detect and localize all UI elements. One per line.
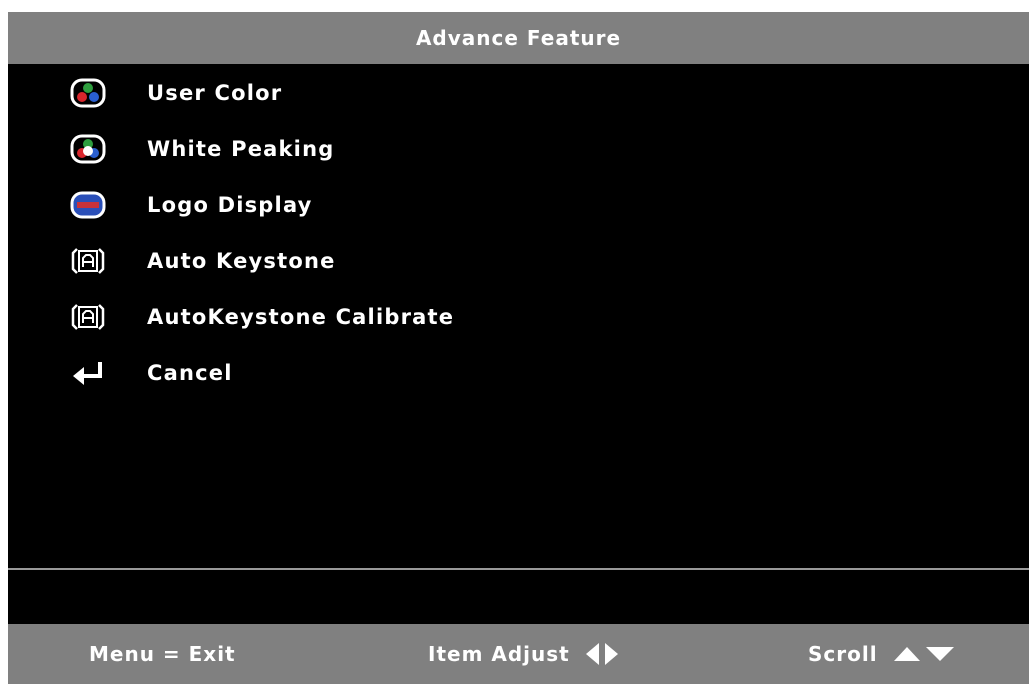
menu-item-label: User Color [147,81,283,105]
logo-display-icon [66,189,110,221]
menu-item-label: Logo Display [147,193,313,217]
left-right-arrows-icon [585,643,618,665]
menu-item-cancel[interactable]: Cancel [8,348,1029,398]
menu-item-logo-display[interactable]: Logo Display [8,180,1029,230]
menu-item-label: White Peaking [147,137,335,161]
status-area [8,570,1029,624]
exit-hint-label: Menu = Exit [89,642,236,666]
menu-title-bar: Advance Feature [8,12,1029,64]
menu-item-white-peaking[interactable]: White Peaking [8,124,1029,174]
osd-menu-window: Advance Feature User Color White Peaking… [8,12,1029,684]
adjust-hint: Item Adjust [428,624,620,684]
autokeystone-calibrate-icon [66,301,110,333]
adjust-hint-label: Item Adjust [428,642,570,666]
menu-item-auto-keystone[interactable]: Auto Keystone [8,236,1029,286]
footer-bar: Menu = Exit Item Adjust Scroll [8,624,1029,684]
scroll-hint: Scroll [808,624,956,684]
white-peaking-icon [66,133,110,165]
return-arrow-icon [66,357,110,389]
user-color-icon [66,77,110,109]
scroll-hint-label: Scroll [808,642,878,666]
menu-item-label: Cancel [147,361,233,385]
auto-keystone-icon [66,245,110,277]
up-down-arrows-icon [893,647,954,661]
exit-hint: Menu = Exit [89,624,236,684]
menu-list: User Color White Peaking Logo Display Au… [8,64,1029,568]
menu-item-label: Auto Keystone [147,249,336,273]
menu-item-label: AutoKeystone Calibrate [147,305,455,329]
menu-item-user-color[interactable]: User Color [8,68,1029,118]
menu-item-autokeystone-calibrate[interactable]: AutoKeystone Calibrate [8,292,1029,342]
menu-title: Advance Feature [415,26,622,50]
